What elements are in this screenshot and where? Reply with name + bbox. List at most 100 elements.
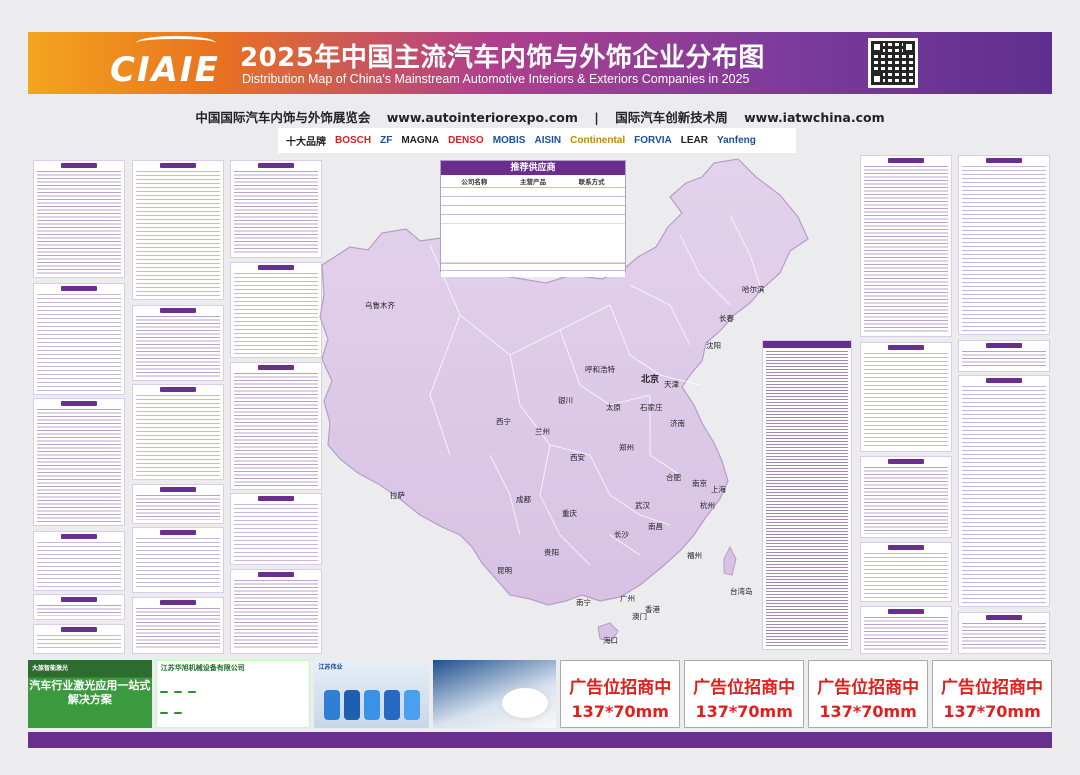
ad-machinery[interactable]: 江苏华旭机械设备有限公司 — [155, 660, 311, 728]
poster: CIAIE 2025年中国主流汽车内饰与外饰企业分布图 Distribution… — [0, 0, 1080, 775]
top-brands-bar: 十大品牌 BOSCH ZF MAGNA DENSO MOBIS AISIN Continent… — [278, 128, 796, 153]
city-label: 兰州 — [535, 427, 550, 436]
company-list-panel — [860, 606, 952, 654]
brand-logo: DENSO — [448, 135, 484, 146]
company-list-panel — [958, 340, 1050, 372]
company-list-panel — [33, 398, 125, 526]
company-list-panel — [958, 612, 1050, 654]
city-label: 银川 — [558, 396, 573, 405]
column-company: 公司名称 — [461, 178, 488, 186]
page-title: 2025年中国主流汽车内饰与外饰企业分布图 — [240, 43, 765, 73]
brand-logo: 十大品牌 — [286, 137, 326, 148]
city-label: 西宁 — [496, 417, 511, 426]
city-label: 拉萨 — [390, 491, 405, 500]
city-label: 成都 — [516, 495, 531, 504]
brand-logo: FORVIA — [634, 135, 672, 146]
ad-slot-size: 137*70mm — [695, 702, 793, 721]
supplier-title: 推荐供应商 — [441, 161, 625, 175]
ad-slot-headline: 广告位招商中 — [569, 678, 672, 698]
city-label: 北京 — [641, 375, 660, 385]
center-company-list — [762, 340, 852, 650]
company-list-panel — [230, 262, 322, 358]
city-label: 南宁 — [576, 598, 591, 607]
company-list-panel — [860, 155, 952, 337]
city-label: 沈阳 — [706, 341, 721, 350]
city-label: 广州 — [620, 594, 635, 603]
company-list-panel — [132, 384, 224, 480]
column-product: 主营产品 — [520, 178, 546, 186]
ciaie-logo: CIAIE — [110, 36, 238, 90]
ad-slot-available[interactable]: 广告位招商中 137*70mm — [808, 660, 929, 728]
ad-machinery-title: 江苏华旭机械设备有限公司 — [160, 664, 245, 672]
city-label: 乌鲁木齐 — [365, 301, 395, 310]
company-list-panel — [860, 542, 952, 602]
ads-row: 大族智能激光 汽车行业激光应用一站式解决方案 江苏华旭机械设备有限公司 江苏伟业… — [28, 660, 1053, 730]
company-list-panel — [860, 342, 952, 452]
ad-slot-headline: 广告位招商中 — [817, 678, 920, 698]
city-label: 济南 — [670, 419, 685, 428]
city-label: 合肥 — [666, 473, 681, 482]
city-label: 杭州 — [700, 501, 715, 510]
week-url[interactable]: www.iatwchina.com — [744, 110, 885, 125]
expo-info-line: 中国国际汽车内饰与外饰展览会 www.autointeriorexpo.com … — [0, 107, 1080, 126]
company-list-panel — [958, 375, 1050, 607]
separator: | — [594, 110, 599, 125]
logo-swoosh-icon — [136, 36, 216, 50]
ad-laser-headline: 汽车行业激光应用一站式解决方案 — [29, 679, 151, 706]
city-label: 长沙 — [614, 530, 629, 539]
page-subtitle: Distribution Map of China's Mainstream A… — [242, 72, 750, 86]
company-list-panel — [33, 531, 125, 591]
ad-yarn-title: 江苏伟业 — [318, 664, 343, 671]
brand-logo: Yanfeng — [716, 135, 756, 146]
ad-slot-size: 137*70mm — [571, 702, 669, 721]
ad-laser[interactable]: 大族智能激光 汽车行业激光应用一站式解决方案 — [28, 660, 152, 728]
company-list-panel — [958, 155, 1050, 335]
column-contact: 联系方式 — [578, 178, 605, 186]
ad-slot-available[interactable]: 广告位招商中 137*70mm — [560, 660, 681, 728]
company-list-panel — [132, 597, 224, 654]
city-label: 长春 — [719, 314, 734, 323]
city-label: 南昌 — [648, 522, 663, 531]
brand-logo: MAGNA — [401, 135, 440, 146]
company-list-panel — [132, 160, 224, 300]
ad-slot-size: 137*70mm — [819, 702, 917, 721]
city-label: 呼和浩特 — [585, 365, 615, 374]
company-list-panel — [132, 527, 224, 593]
company-list-panel — [132, 484, 224, 524]
company-list-panel — [33, 283, 125, 395]
company-list-panel — [33, 160, 125, 278]
ad-slot-headline: 广告位招商中 — [941, 678, 1044, 698]
city-label: 重庆 — [562, 509, 577, 518]
supplier-columns: 公司名称 主营产品 联系方式 — [441, 175, 625, 187]
company-list-panel — [860, 456, 952, 538]
qr-code-icon — [868, 38, 918, 88]
city-label: 台湾岛 — [730, 587, 753, 596]
city-label: 石家庄 — [640, 403, 663, 412]
company-list-panel — [33, 624, 125, 654]
city-label: 海口 — [603, 636, 618, 645]
taiwan-island — [723, 545, 737, 576]
ad-laser-top: 大族智能激光 — [32, 665, 69, 672]
brand-logo: AISIN — [534, 135, 562, 146]
city-label: 西安 — [570, 453, 585, 462]
company-list-panel — [33, 594, 125, 620]
ad-material[interactable] — [432, 660, 557, 728]
expo-url[interactable]: www.autointeriorexpo.com — [387, 110, 578, 125]
city-label: 上海 — [711, 485, 726, 494]
city-label: 南京 — [692, 479, 707, 488]
company-list-panel — [230, 569, 322, 654]
city-label: 香港 — [645, 605, 660, 614]
brand-logo: Continental — [570, 135, 626, 146]
brand-logo: BOSCH — [335, 135, 372, 146]
company-list-panel — [230, 362, 322, 490]
ad-slot-available[interactable]: 广告位招商中 137*70mm — [684, 660, 805, 728]
city-label: 澳门 — [632, 612, 647, 621]
header-banner: CIAIE 2025年中国主流汽车内饰与外饰企业分布图 Distribution… — [28, 32, 1052, 94]
brand-logo: LEAR — [680, 135, 708, 146]
city-label: 郑州 — [619, 443, 634, 452]
brand-logo: ZF — [380, 135, 393, 146]
ad-slot-available[interactable]: 广告位招商中 137*70mm — [932, 660, 1053, 728]
city-label: 贵阳 — [544, 548, 559, 557]
ad-yarn[interactable]: 江苏伟业 — [314, 660, 429, 728]
city-label: 福州 — [687, 551, 702, 560]
